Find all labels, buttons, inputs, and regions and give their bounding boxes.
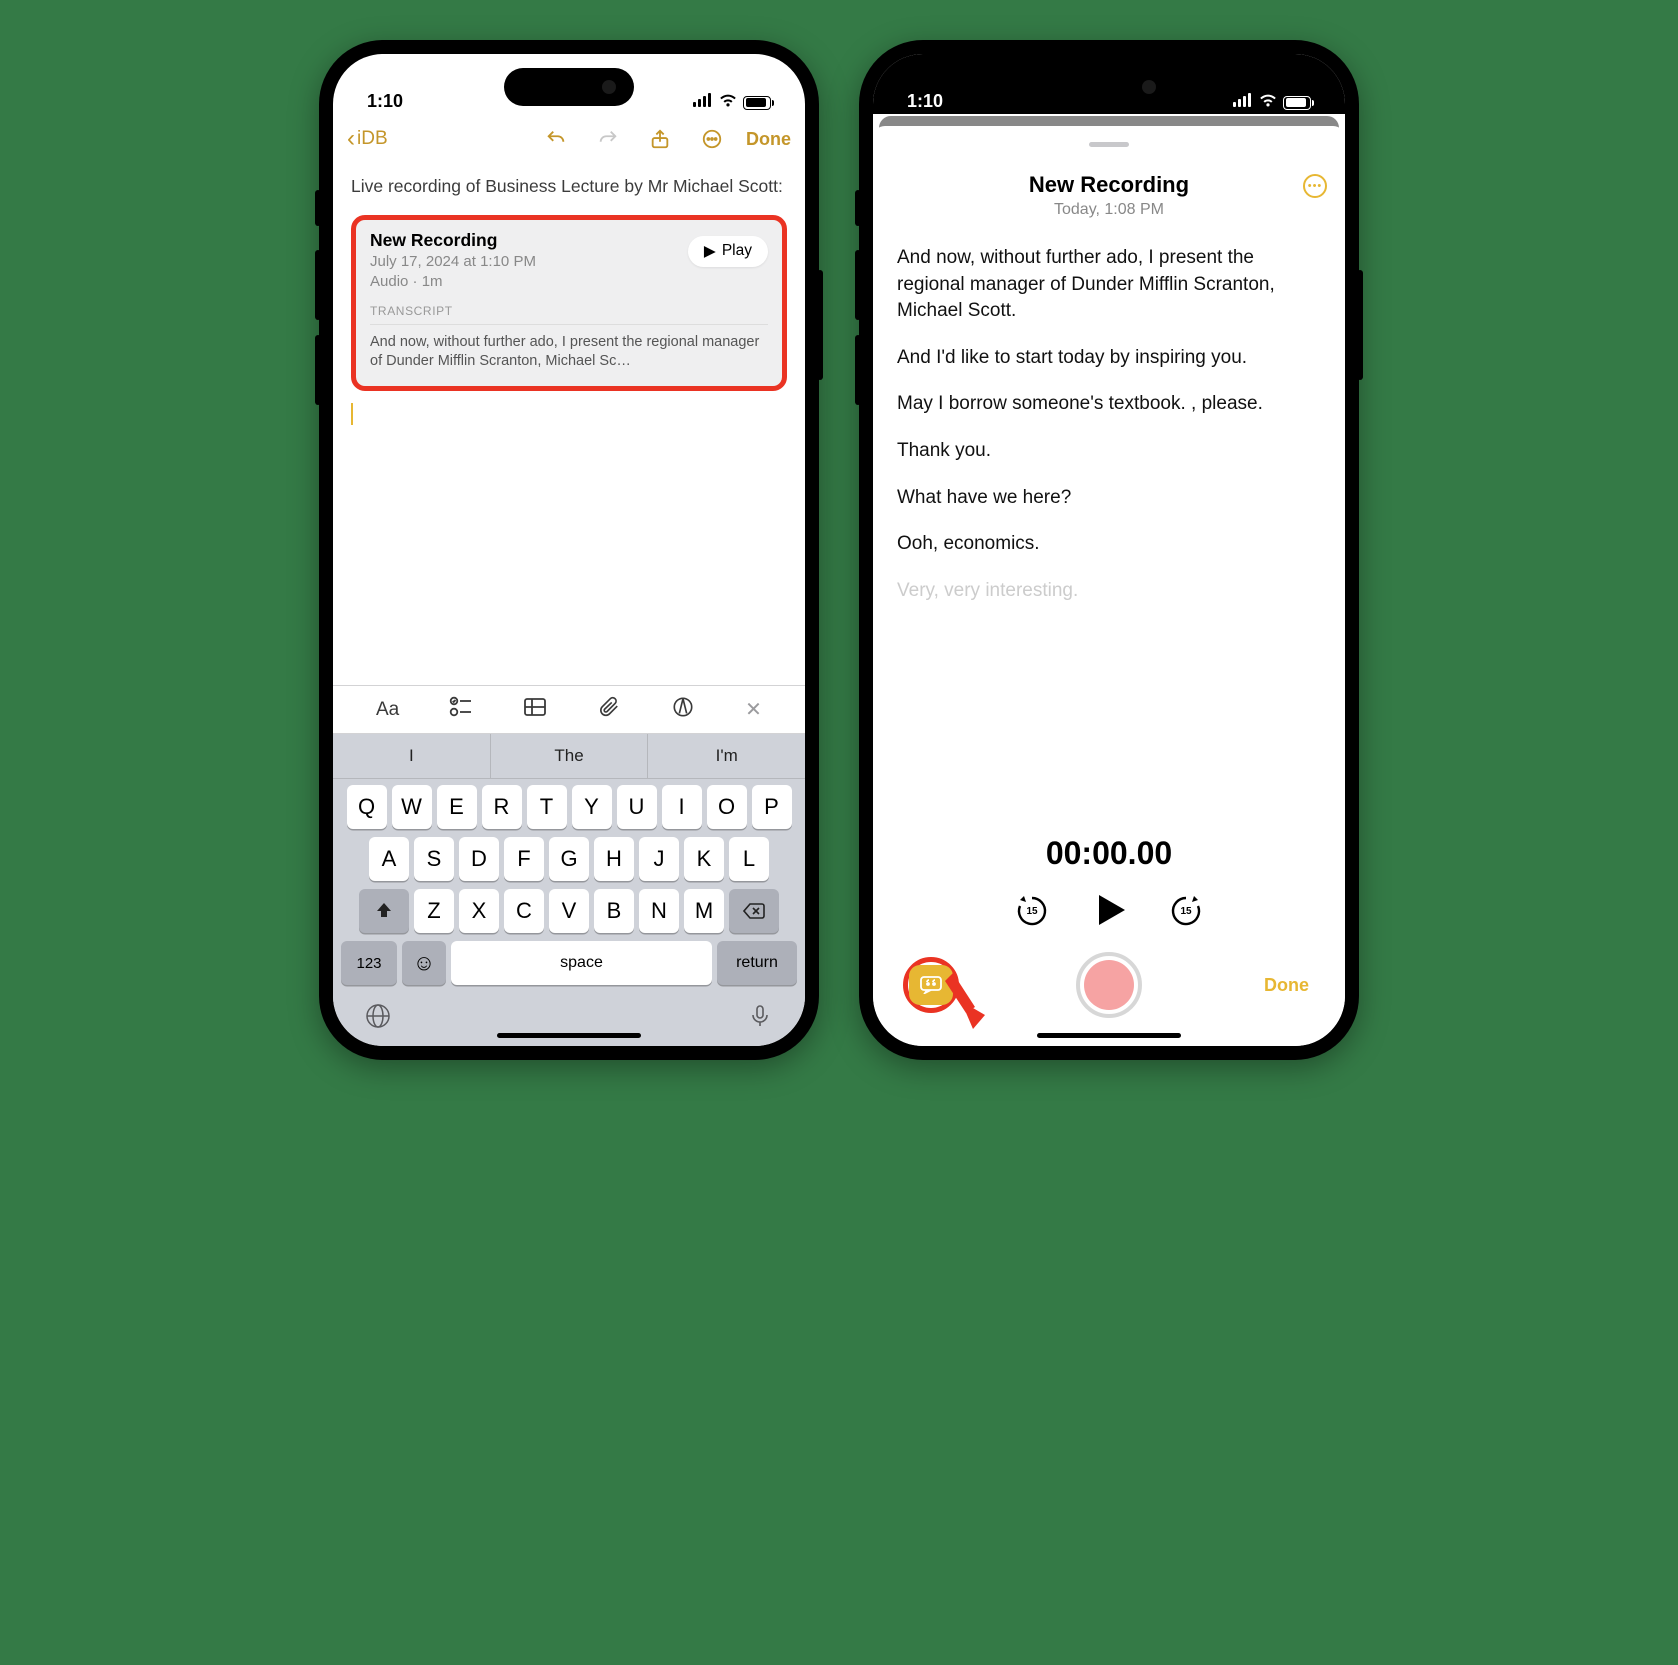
cellular-icon	[693, 93, 713, 112]
skip-back-icon[interactable]: 15	[1015, 893, 1049, 927]
emoji-key[interactable]: ☺	[402, 941, 446, 985]
battery-icon	[743, 96, 771, 110]
transcript-line: May I borrow someone's textbook. , pleas…	[897, 391, 1321, 418]
transcript-line: Very, very interesting.	[897, 578, 1321, 605]
drawing-icon[interactable]	[671, 696, 695, 723]
svg-text:15: 15	[1026, 906, 1038, 917]
recording-subtitle: Today, 1:08 PM	[891, 201, 1327, 219]
transcript-body[interactable]: And now, without further ado, I present …	[873, 227, 1345, 829]
return-key[interactable]: return	[717, 941, 797, 985]
wifi-icon	[719, 93, 737, 112]
play-icon: ▶	[704, 242, 716, 261]
key-u[interactable]: U	[617, 785, 657, 829]
key-i[interactable]: I	[662, 785, 702, 829]
key-m[interactable]: M	[684, 889, 724, 933]
key-x[interactable]: X	[459, 889, 499, 933]
transcript-line: And I'd like to start today by inspiring…	[897, 345, 1321, 372]
key-l[interactable]: L	[729, 837, 769, 881]
status-time: 1:10	[367, 91, 403, 112]
play-button[interactable]: ▶Play	[688, 236, 768, 267]
key-a[interactable]: A	[369, 837, 409, 881]
key-g[interactable]: G	[549, 837, 589, 881]
key-b[interactable]: B	[594, 889, 634, 933]
key-v[interactable]: V	[549, 889, 589, 933]
home-indicator[interactable]	[497, 1033, 641, 1038]
done-button[interactable]: Done	[1264, 975, 1309, 996]
key-j[interactable]: J	[639, 837, 679, 881]
play-icon[interactable]	[1089, 890, 1129, 930]
close-keyboard-icon[interactable]: ✕	[745, 697, 762, 722]
record-button[interactable]	[1076, 952, 1142, 1018]
recording-sheet: New Recording Today, 1:08 PM ••• And now…	[873, 126, 1345, 1046]
wifi-icon	[1259, 93, 1277, 112]
key-e[interactable]: E	[437, 785, 477, 829]
recording-attachment[interactable]: New Recording July 17, 2024 at 1:10 PM A…	[351, 215, 787, 391]
note-text[interactable]: Live recording of Business Lecture by Mr…	[351, 174, 787, 199]
svg-text:15: 15	[1180, 906, 1192, 917]
key-s[interactable]: S	[414, 837, 454, 881]
share-icon[interactable]	[644, 123, 676, 155]
key-d[interactable]: D	[459, 837, 499, 881]
battery-icon	[1283, 96, 1311, 110]
transcript-label: TRANSCRIPT	[370, 304, 768, 325]
key-t[interactable]: T	[527, 785, 567, 829]
key-h[interactable]: H	[594, 837, 634, 881]
keyboard: QWERTYUIOP ASDFGHJKL ZXCVBNM 123 ☺ space…	[333, 779, 805, 1046]
more-button[interactable]: •••	[1303, 174, 1327, 198]
notes-toolbar: ‹iDB Done	[333, 114, 805, 164]
done-button[interactable]: Done	[746, 129, 791, 150]
backspace-key[interactable]	[729, 889, 779, 933]
recording-title: New Recording	[891, 172, 1327, 198]
globe-icon[interactable]	[365, 1003, 391, 1034]
back-button[interactable]: ‹iDB	[347, 125, 388, 153]
space-key[interactable]: space	[451, 941, 712, 985]
format-toolbar: Aa ✕	[333, 685, 805, 734]
shift-key[interactable]	[359, 889, 409, 933]
transcript-snippet: And now, without further ado, I present …	[370, 333, 768, 372]
text-style-button[interactable]: Aa	[376, 699, 399, 721]
key-y[interactable]: Y	[572, 785, 612, 829]
text-cursor	[351, 403, 353, 425]
table-icon[interactable]	[523, 696, 547, 723]
key-q[interactable]: Q	[347, 785, 387, 829]
undo-icon[interactable]	[540, 123, 572, 155]
checklist-icon[interactable]	[449, 696, 473, 723]
dictate-icon[interactable]	[747, 1003, 773, 1034]
sheet-grabber[interactable]	[873, 134, 1345, 154]
transcript-line: Thank you.	[897, 438, 1321, 465]
redo-icon	[592, 123, 624, 155]
key-k[interactable]: K	[684, 837, 724, 881]
skip-forward-icon[interactable]: 15	[1169, 893, 1203, 927]
transcript-line: What have we here?	[897, 485, 1321, 512]
key-r[interactable]: R	[482, 785, 522, 829]
key-c[interactable]: C	[504, 889, 544, 933]
key-p[interactable]: P	[752, 785, 792, 829]
status-time: 1:10	[907, 91, 943, 112]
suggestion[interactable]: I'm	[648, 734, 805, 778]
transcript-line: And now, without further ado, I present …	[897, 245, 1321, 325]
key-f[interactable]: F	[504, 837, 544, 881]
recording-meta: Audio · 1m	[370, 273, 768, 290]
cellular-icon	[1233, 93, 1253, 112]
key-z[interactable]: Z	[414, 889, 454, 933]
suggestion[interactable]: I	[333, 734, 491, 778]
numbers-key[interactable]: 123	[341, 941, 397, 985]
playback-timer: 00:00.00	[883, 835, 1335, 872]
home-indicator[interactable]	[1037, 1033, 1181, 1038]
more-icon[interactable]	[696, 123, 728, 155]
transcript-line: Ooh, economics.	[897, 531, 1321, 558]
key-w[interactable]: W	[392, 785, 432, 829]
key-o[interactable]: O	[707, 785, 747, 829]
keyboard-suggestions: I The I'm	[333, 734, 805, 779]
attach-icon[interactable]	[597, 696, 621, 723]
annotation-arrow	[945, 973, 985, 1034]
key-n[interactable]: N	[639, 889, 679, 933]
suggestion[interactable]: The	[491, 734, 649, 778]
